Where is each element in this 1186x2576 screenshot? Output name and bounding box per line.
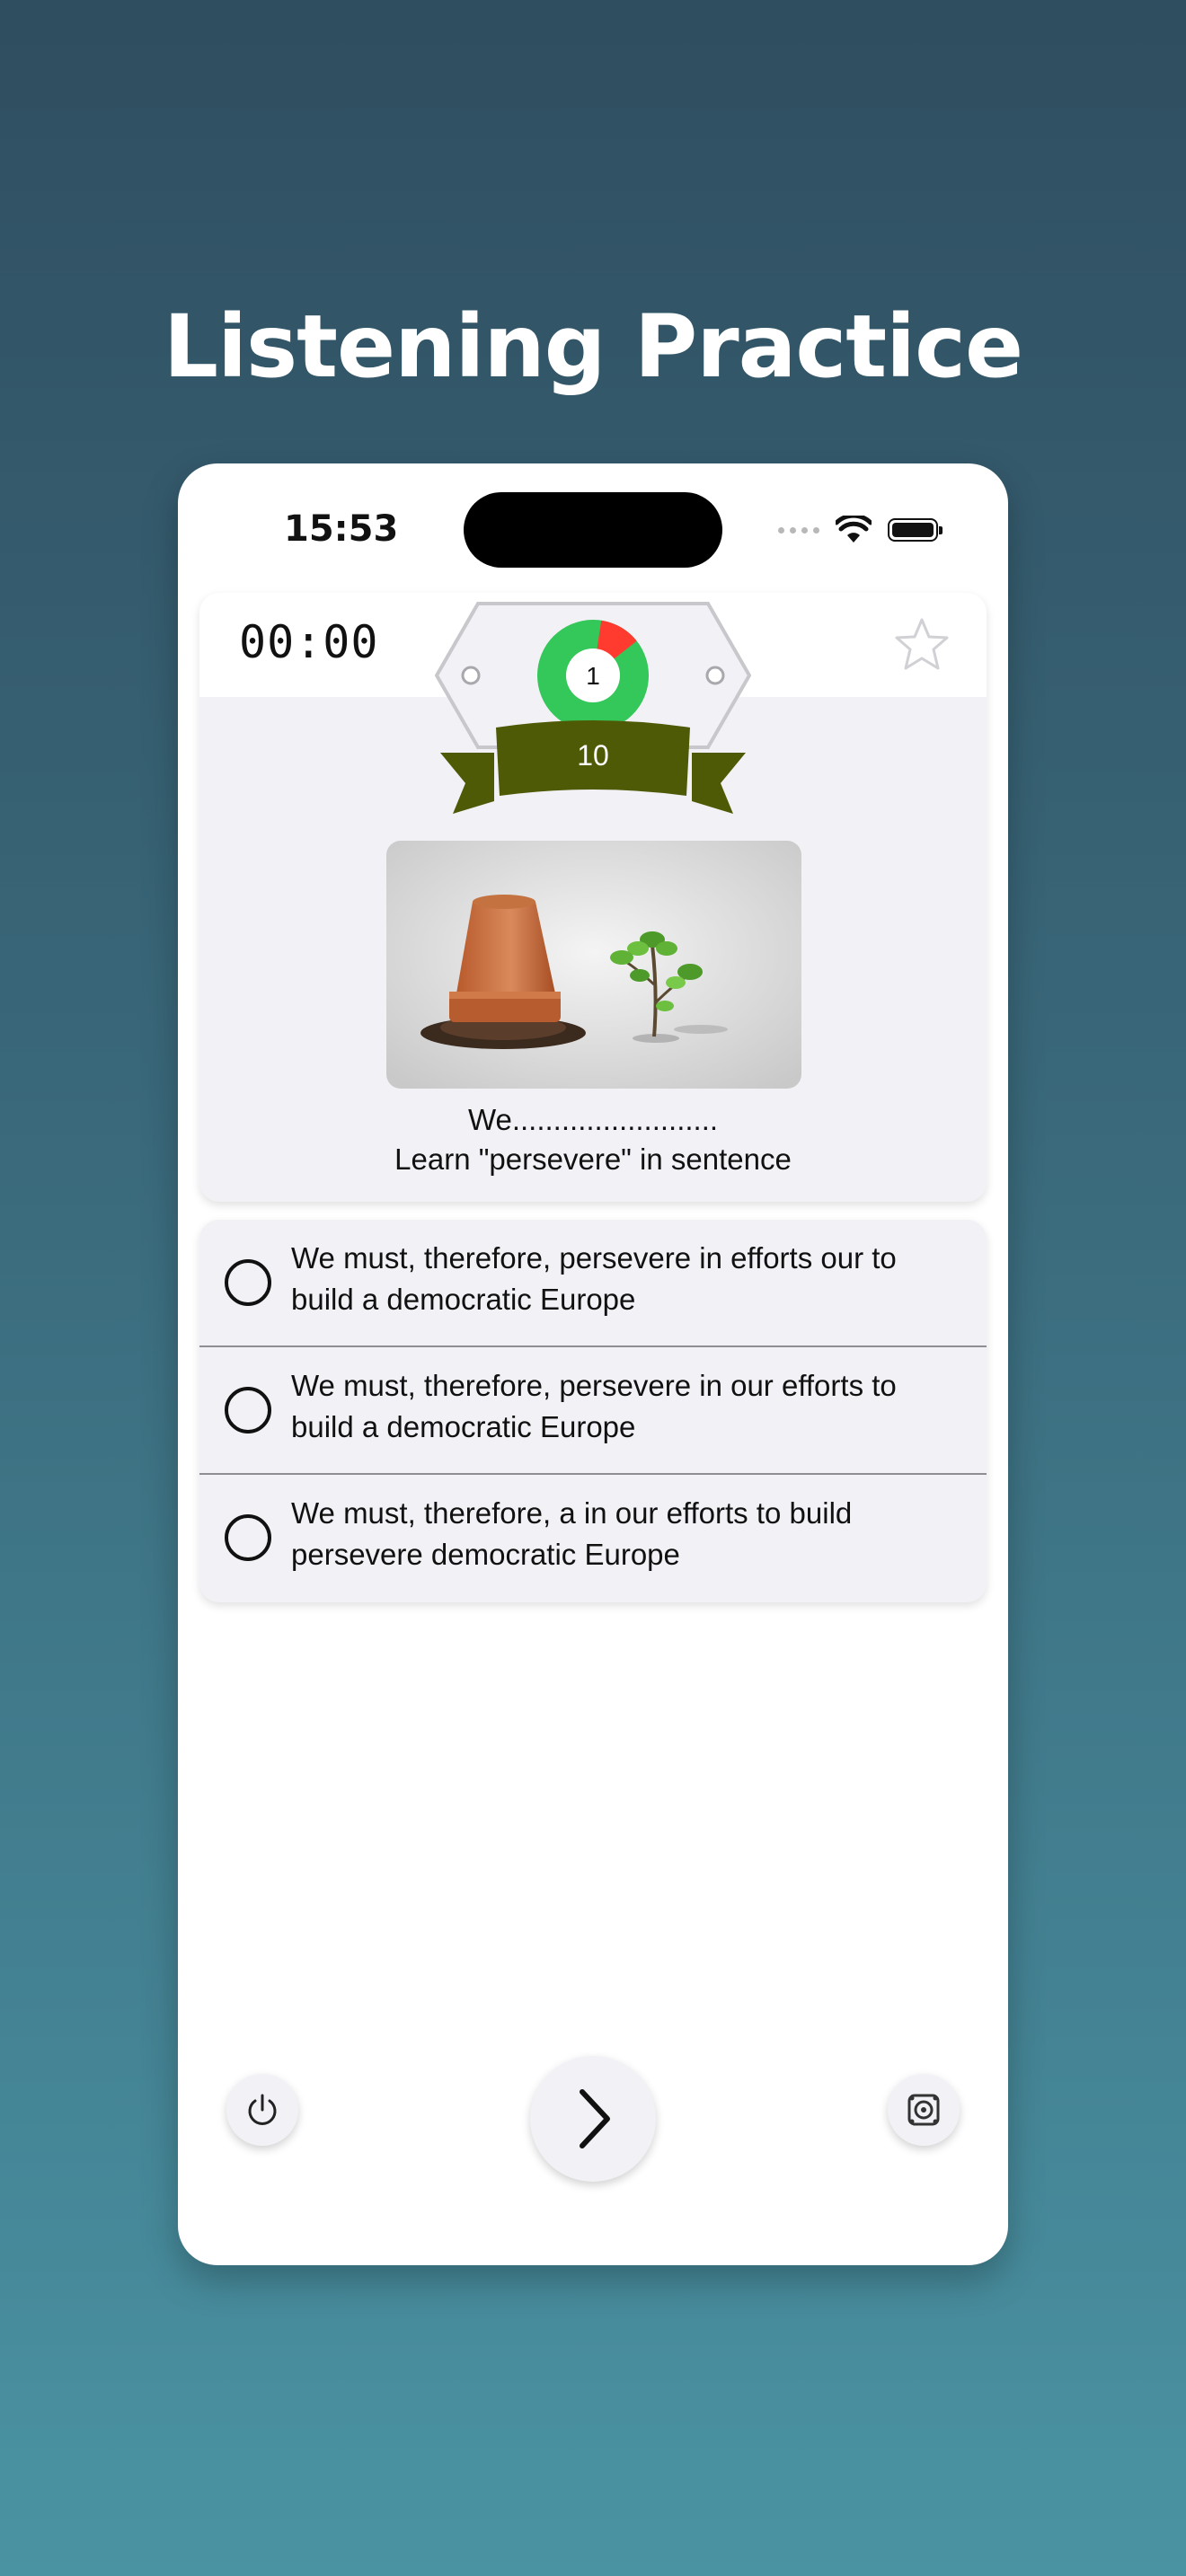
radio-button[interactable]: [225, 1387, 271, 1434]
favorite-star-icon[interactable]: [893, 616, 951, 674]
answer-text: We must, therefore, persevere in efforts…: [291, 1241, 897, 1316]
phone-screen: 15:53 00:00 1 10 We.....................…: [178, 463, 1008, 2265]
answer-option[interactable]: We must, therefore, a in our efforts to …: [199, 1475, 987, 1602]
answer-text: We must, therefore, a in our efforts to …: [291, 1496, 853, 1571]
answer-text: We must, therefore, persevere in our eff…: [291, 1369, 897, 1443]
radio-button[interactable]: [225, 1514, 271, 1561]
battery-icon: [888, 518, 943, 542]
timer: 00:00: [239, 616, 379, 668]
status-icons: [778, 514, 943, 546]
badge-level: 1: [586, 662, 600, 690]
speaker-button[interactable]: [888, 2074, 960, 2146]
power-button[interactable]: [226, 2074, 298, 2146]
answer-options: We must, therefore, persevere in efforts…: [199, 1220, 987, 1602]
question-card: 00:00 1 10 We......................... L…: [199, 593, 987, 1202]
prompt-sentence: We.........................: [467, 1103, 719, 1136]
pot-and-sapling-illustration: [386, 841, 801, 1089]
answer-option[interactable]: We must, therefore, persevere in our eff…: [199, 1347, 987, 1475]
ribbon-tail-left: [440, 753, 494, 814]
status-time: 15:53: [284, 508, 399, 550]
power-icon: [248, 2094, 277, 2125]
question-image: [386, 841, 801, 1089]
ribbon-tail-right: [692, 753, 746, 814]
wifi-icon: [836, 516, 872, 543]
speaker-icon: [907, 2094, 940, 2126]
answer-option[interactable]: We must, therefore, persevere in efforts…: [199, 1220, 987, 1347]
radio-button[interactable]: [225, 1259, 271, 1306]
badge-rivet-right: [705, 666, 725, 685]
dynamic-island: [464, 492, 722, 568]
prompt-instruction: Learn "persevere" in sentence: [394, 1142, 792, 1176]
level-badge: 1 10: [435, 602, 751, 814]
next-button[interactable]: [530, 2056, 656, 2182]
signal-icon: [778, 526, 819, 534]
page-title: Listening Practice: [163, 296, 1023, 397]
badge-rivet-left: [461, 666, 481, 685]
badge-score: 10: [577, 739, 609, 772]
chevron-right-icon: [580, 2089, 610, 2148]
